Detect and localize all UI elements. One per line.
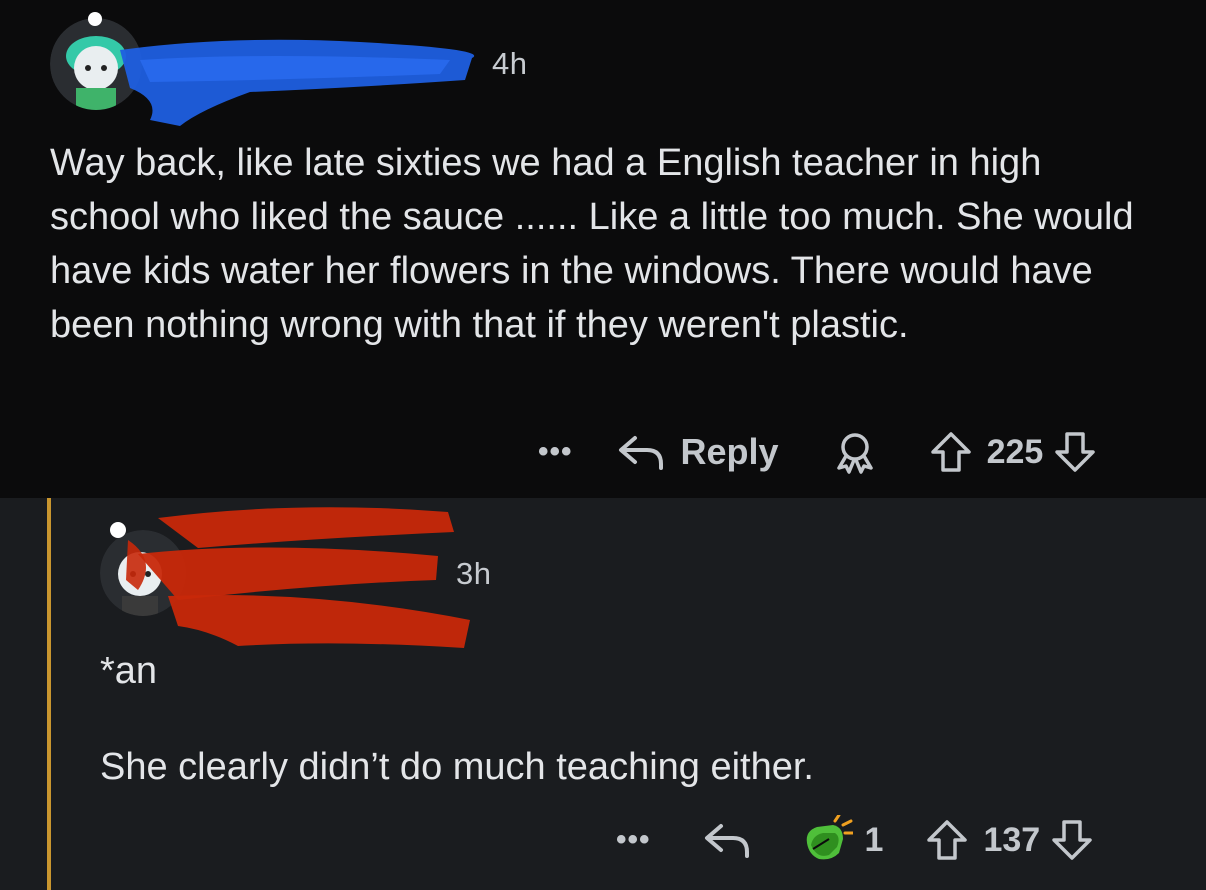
reply-actions: ••• 1 137 xyxy=(616,812,1094,868)
award-button[interactable] xyxy=(833,430,877,474)
comment-body: Way back, like late sixties we had a Eng… xyxy=(50,142,1134,346)
downvote-button[interactable] xyxy=(1050,818,1094,862)
award-ribbon-icon xyxy=(836,433,873,474)
downvote-arrow-icon xyxy=(1055,432,1096,472)
reply-button[interactable]: Reply xyxy=(617,431,779,473)
reply-arrow-icon xyxy=(704,824,749,858)
reply-body-line-1: *an xyxy=(100,650,158,692)
award-count: 1 xyxy=(864,820,884,859)
upvote-button[interactable] xyxy=(929,430,973,474)
clapping-hands-award-icon xyxy=(806,815,853,860)
upvote-button[interactable] xyxy=(925,818,969,862)
reply-body-line-2: She clearly didn’t do much teaching eith… xyxy=(100,746,814,788)
avatar-antenna xyxy=(88,12,102,26)
reply-button[interactable] xyxy=(703,820,751,860)
comment-thread: 4h Way back, like late sixties we had a … xyxy=(0,0,1206,890)
parent-comment: 4h Way back, like late sixties we had a … xyxy=(0,0,1206,498)
reply-timestamp: 3h xyxy=(456,556,492,591)
reply-arrow-icon xyxy=(618,436,663,470)
upvote-arrow-icon xyxy=(930,432,971,472)
comment-actions: ••• Reply 225 xyxy=(538,424,1097,480)
downvote-arrow-icon xyxy=(1052,820,1092,860)
redacted-username xyxy=(126,507,470,648)
award-button[interactable]: 1 xyxy=(799,815,884,865)
reply-label: Reply xyxy=(680,431,779,472)
thread-indent-line xyxy=(47,498,51,890)
more-options-button[interactable]: ••• xyxy=(616,823,651,857)
more-options-button[interactable]: ••• xyxy=(538,435,573,469)
vote-score: 137 xyxy=(983,820,1041,859)
vote-score: 225 xyxy=(986,432,1044,471)
upvote-arrow-icon xyxy=(927,820,968,860)
downvote-button[interactable] xyxy=(1053,430,1097,474)
redacted-username xyxy=(120,39,475,126)
comment-timestamp: 4h xyxy=(492,46,528,81)
